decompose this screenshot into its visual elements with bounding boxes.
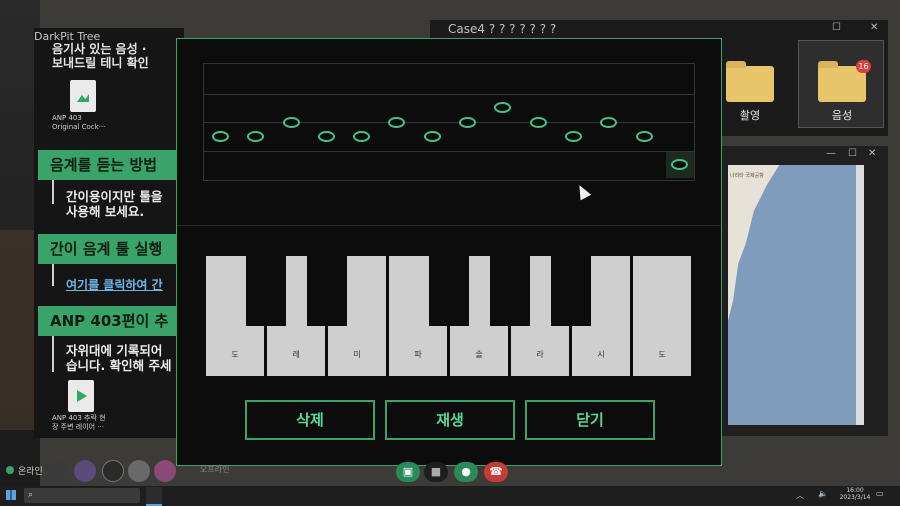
folder-label: 음성 (831, 109, 853, 122)
screen-share-icon[interactable]: ▣ (396, 462, 420, 482)
folder-label: 촬영 (739, 109, 761, 122)
piano-black-key[interactable] (246, 256, 286, 326)
key-label: 미 (353, 350, 361, 359)
staff-line (204, 122, 694, 123)
key-label: 라 (536, 350, 544, 359)
tree-connector (52, 336, 54, 372)
key-label: 솔 (475, 350, 483, 359)
online-status-label: 온라인 (18, 467, 43, 477)
tray-chevron-icon[interactable]: ︿ (796, 490, 804, 501)
start-menu-icon[interactable] (6, 490, 16, 500)
section-text: 자위대에 기록되어 (66, 343, 163, 358)
avatar[interactable] (102, 460, 124, 482)
launch-scale-tool-link[interactable]: 여기를 클릭하여 간 (66, 276, 163, 293)
section-text: 습니다. 확인해 주세 (66, 358, 172, 373)
section-text: 간이용이지만 툴을 (66, 189, 163, 204)
unread-badge: 16 (856, 60, 871, 73)
map-edge (856, 165, 864, 425)
piano-key-do-high[interactable]: 도 (633, 256, 691, 376)
note (388, 117, 405, 128)
note (671, 159, 688, 170)
chat-message-text: 음기사 있는 음성 · 보내드릴 테니 확인 (52, 42, 182, 70)
avatar[interactable] (74, 460, 96, 482)
window-title: Case4 ? ? ? ? ? ? ? (448, 22, 557, 36)
video-file-icon[interactable] (68, 380, 94, 412)
maximize-icon[interactable]: ☐ (832, 22, 841, 33)
notification-icon[interactable]: ▭ (876, 489, 884, 498)
tree-connector (52, 176, 54, 204)
note (318, 131, 335, 142)
offline-status-label: 오프라인 (200, 465, 230, 474)
section-text: 사용해 보세요. (66, 204, 145, 219)
staff-line (204, 151, 694, 152)
avatar[interactable] (46, 460, 68, 482)
note (565, 131, 582, 142)
taskbar-app-icon[interactable] (146, 487, 162, 506)
minimize-icon[interactable]: — (826, 148, 836, 159)
online-status-icon (6, 466, 14, 474)
delete-button[interactable]: 삭제 (245, 400, 375, 440)
note (530, 117, 547, 128)
key-label: 시 (597, 350, 605, 359)
key-label: 도 (231, 350, 239, 359)
close-icon[interactable]: ✕ (868, 148, 876, 159)
note (212, 131, 229, 142)
tree-connector (52, 264, 54, 286)
note (459, 117, 476, 128)
piano-black-key[interactable] (551, 256, 591, 326)
clock-time: 16:00 (846, 487, 864, 494)
modal-divider (177, 225, 721, 226)
key-label: 레 (292, 350, 300, 359)
clock-date: 2023/3/14 (839, 494, 871, 501)
avatar[interactable] (128, 460, 150, 482)
play-button[interactable]: 재생 (385, 400, 515, 440)
search-icon: ⌕ (28, 490, 34, 500)
hang-up-icon[interactable]: ☎ (484, 462, 508, 482)
chat-message-line: 음기사 있는 음성 · (52, 42, 147, 56)
microphone-icon[interactable]: ● (454, 462, 478, 482)
note (636, 131, 653, 142)
note (424, 131, 441, 142)
avatar[interactable] (154, 460, 176, 482)
camera-off-icon[interactable]: ■ (424, 462, 448, 482)
volume-icon[interactable]: 🔈 (818, 489, 828, 498)
note (353, 131, 370, 142)
taskbar-search-input[interactable] (24, 488, 140, 503)
note (283, 117, 300, 128)
file-name: ANP 403 추락 현 장 주변 레이어 ··· (52, 414, 106, 431)
piano-black-key[interactable] (307, 256, 347, 326)
staff-line (204, 94, 694, 95)
close-icon[interactable]: ✕ (870, 22, 878, 33)
note (494, 102, 511, 113)
piano-black-key[interactable] (429, 256, 469, 326)
chat-panel (34, 28, 184, 438)
image-file-icon[interactable] (70, 80, 96, 112)
file-name: ANP 403 Original Cock··· (52, 114, 106, 131)
maximize-icon[interactable]: ☐ (848, 148, 857, 159)
piano-black-key[interactable] (490, 256, 530, 326)
section-header: 간이 음계 툴 실행 (38, 234, 183, 264)
section-header: 음계를 듣는 방법 (38, 150, 183, 180)
note (247, 131, 264, 142)
key-label: 파 (414, 350, 422, 359)
folder-icon[interactable] (726, 61, 774, 102)
note (600, 117, 617, 128)
map-label: 나리타 국제공항 (730, 173, 764, 179)
key-label: 도 (658, 350, 666, 359)
close-button[interactable]: 닫기 (525, 400, 655, 440)
section-header: ANP 403편이 추 (38, 306, 183, 336)
chat-message-line: 보내드릴 테니 확인 (52, 56, 149, 70)
taskbar-clock[interactable]: 16:00 2023/3/14 (838, 487, 872, 501)
